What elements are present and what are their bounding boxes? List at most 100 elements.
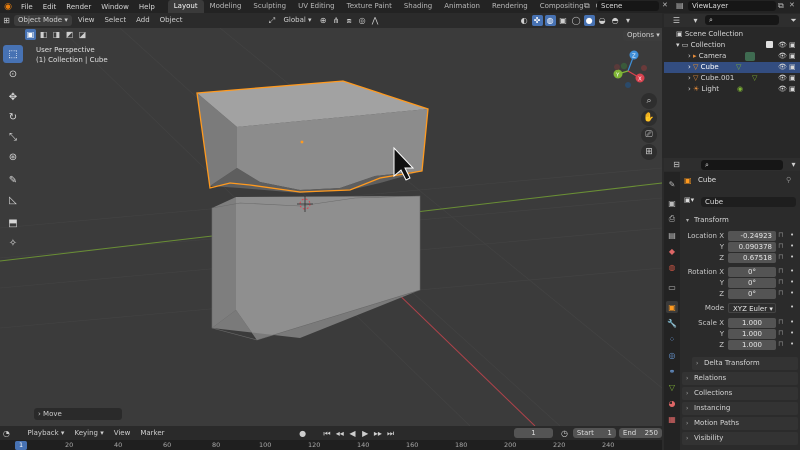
keyframe-dot-icon[interactable]: •	[790, 242, 794, 250]
next-keyframe-icon[interactable]: ▸▸	[373, 428, 384, 439]
select-new-icon[interactable]: ▣	[25, 29, 36, 40]
view-layer-field[interactable]: ViewLayer	[688, 1, 776, 11]
gizmo-toggle-icon[interactable]: ✜	[531, 15, 543, 26]
shading-options-icon[interactable]: ▾	[623, 15, 634, 26]
jump-end-icon[interactable]: ⏭	[385, 428, 396, 439]
outliner-search-input[interactable]: ⌕	[705, 15, 779, 25]
keyframe-dot-icon[interactable]: •	[790, 231, 794, 239]
texture-tab-icon[interactable]: ▦	[666, 413, 678, 425]
falloff-icon[interactable]: ⋀	[370, 15, 381, 26]
keyframe-dot-icon[interactable]: •	[790, 329, 794, 337]
lock-icon[interactable]: ⊓	[778, 340, 783, 348]
tab-modeling[interactable]: Modeling	[204, 0, 248, 13]
measure-tool-icon[interactable]: ◺	[3, 191, 23, 209]
outliner-editor-icon[interactable]: ☰	[671, 15, 682, 26]
cube-mesh-selected[interactable]	[196, 80, 429, 193]
lock-icon[interactable]: ⊓	[778, 231, 783, 239]
solid-shading-icon[interactable]: ●	[583, 15, 595, 26]
menu-help[interactable]: Help	[134, 3, 160, 11]
lock-icon[interactable]: ⊓	[778, 278, 783, 286]
camera-data-icon[interactable]	[745, 52, 755, 61]
cube-eye-icon[interactable]: 👁	[778, 62, 787, 73]
cube-render-icon[interactable]: ▣	[789, 62, 796, 73]
start-frame-field[interactable]: Start 1	[572, 428, 616, 438]
blender-logo-icon[interactable]: ◉	[0, 0, 16, 13]
pan-hand-icon[interactable]: ✋	[641, 110, 657, 126]
menu-object[interactable]: Object	[156, 15, 187, 26]
cube-mesh-data-icon[interactable]: ▽	[736, 62, 741, 73]
world-tab-icon[interactable]: ◍	[666, 261, 678, 273]
keyframe-dot-icon[interactable]: •	[790, 267, 794, 275]
cube-001-mesh-data-icon[interactable]: ▽	[752, 73, 757, 84]
menu-select[interactable]: Select	[100, 15, 130, 26]
snap-target-icon[interactable]: ⧈	[344, 15, 355, 26]
lock-icon[interactable]: ⊓	[778, 289, 783, 297]
output-tab-icon[interactable]: ⎙	[666, 213, 678, 225]
3d-viewport[interactable]: Z X Y User Perspective (1) Collection | …	[0, 28, 662, 426]
menu-view[interactable]: View	[74, 15, 99, 26]
tool-tab-icon[interactable]: ✎	[666, 178, 678, 190]
menu-marker[interactable]: Marker	[136, 428, 168, 439]
collection-checkbox[interactable]	[766, 41, 773, 48]
record-icon[interactable]: ●	[297, 428, 308, 439]
select-box-tool-icon[interactable]: ⬚	[3, 45, 23, 63]
pin-icon[interactable]: ⚲	[786, 176, 791, 184]
transform-section-header[interactable]: ▾ Transform	[682, 214, 798, 227]
overlay-toggle-icon[interactable]: ◍	[544, 15, 556, 26]
relations-section[interactable]: › Relations	[682, 372, 798, 385]
tab-compositing[interactable]: Compositing	[534, 0, 590, 13]
filter-icon[interactable]: ⏷	[788, 15, 799, 26]
light-render-icon[interactable]: ▣	[789, 84, 796, 95]
lock-icon[interactable]: ⊓	[778, 318, 783, 326]
add-cube-tool-icon[interactable]: ⬒	[3, 214, 23, 232]
scene-tab-icon[interactable]: ◆	[666, 245, 678, 257]
proportional-edit-icon[interactable]: ◎	[357, 15, 368, 26]
instancing-section[interactable]: › Instancing	[682, 402, 798, 415]
editor-type-icon[interactable]: ⊞	[1, 15, 12, 26]
navigation-gizmo[interactable]: Z X Y	[613, 50, 648, 89]
collections-section[interactable]: › Collections	[682, 387, 798, 400]
menu-render[interactable]: Render	[61, 3, 96, 11]
lock-icon[interactable]: ⊓	[778, 253, 783, 261]
location-y-field[interactable]: 0.090378	[728, 242, 776, 252]
material-tab-icon[interactable]: ◕	[666, 397, 678, 409]
delta-transform-section[interactable]: › Delta Transform	[692, 357, 798, 370]
menu-edit[interactable]: Edit	[38, 3, 62, 11]
menu-window[interactable]: Window	[96, 3, 134, 11]
scale-y-field[interactable]: 1.000	[728, 329, 776, 339]
properties-search-input[interactable]: ⌕	[701, 160, 783, 170]
mode-dropdown[interactable]: Object Mode ▾	[14, 15, 72, 26]
location-x-field[interactable]: -0.24923	[728, 231, 776, 241]
display-mode-icon[interactable]: ▾	[690, 15, 701, 26]
view-layer-tab-icon[interactable]: ▤	[666, 229, 678, 241]
scale-x-field[interactable]: 1.000	[728, 318, 776, 328]
select-subtract-icon[interactable]: ◨	[51, 29, 62, 40]
camera-view-icon[interactable]: ⎚	[641, 127, 657, 143]
properties-editor-icon[interactable]: ⊟	[671, 159, 682, 170]
menu-add[interactable]: Add	[132, 15, 154, 26]
rotation-y-field[interactable]: 0°	[728, 278, 776, 288]
object-browse-icon[interactable]: ▣▾	[684, 196, 694, 204]
keyframe-dot-icon[interactable]: •	[790, 253, 794, 261]
end-frame-field[interactable]: End 250	[618, 428, 662, 438]
tab-texture-paint[interactable]: Texture Paint	[341, 0, 398, 13]
light-data-icon[interactable]: ◉	[737, 84, 743, 95]
keyframe-dot-icon[interactable]: •	[790, 303, 794, 311]
light-eye-icon[interactable]: 👁	[778, 84, 787, 95]
view-layer-close-icon[interactable]: ✕	[789, 1, 799, 12]
jump-start-icon[interactable]: ⏮	[322, 428, 333, 439]
current-frame-field[interactable]: 1	[513, 428, 554, 438]
properties-options-icon[interactable]: ▾	[788, 159, 799, 170]
camera-render-icon[interactable]: ▣	[789, 51, 796, 62]
tab-layout[interactable]: Layout	[167, 0, 204, 13]
rotation-mode-dropdown[interactable]: XYZ Euler ▾	[728, 303, 776, 313]
lock-icon[interactable]: ⊓	[778, 267, 783, 275]
camera-eye-icon[interactable]: 👁	[778, 51, 787, 62]
keyframe-dot-icon[interactable]: •	[790, 278, 794, 286]
rotation-x-field[interactable]: 0°	[728, 267, 776, 277]
pivot-icon[interactable]: ⊕	[318, 15, 329, 26]
object-tab-icon[interactable]: ▣	[666, 301, 678, 313]
menu-playback[interactable]: Playback ▾	[23, 428, 68, 439]
visibility-section[interactable]: › Visibility	[682, 432, 798, 445]
object-name-field[interactable]: Cube	[701, 197, 796, 207]
